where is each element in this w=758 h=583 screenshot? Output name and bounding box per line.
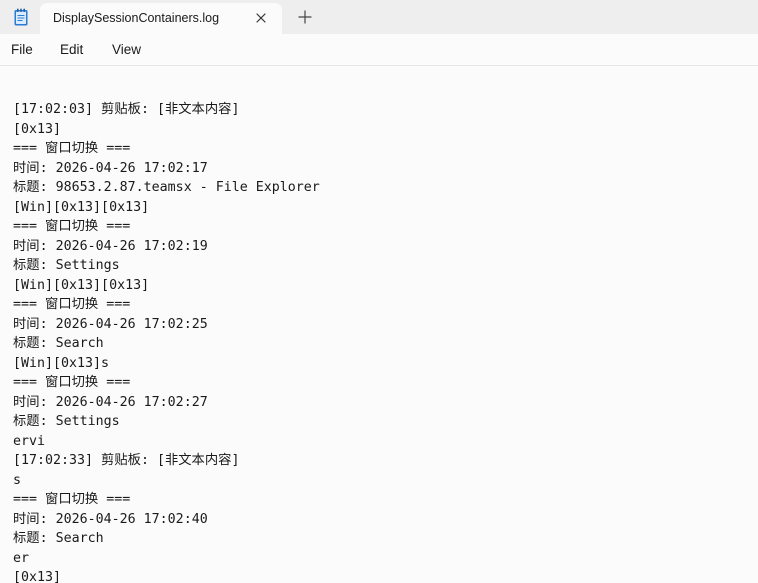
text-line: [0x13] [13,121,62,137]
text-line: 标题: Settings [13,414,120,429]
text-line: === 窗口切换 === [13,375,131,390]
text-line: [Win][0x13][0x13] [13,199,150,215]
text-line: [Win][0x13][0x13] [13,277,150,293]
tab-file[interactable]: DisplaySessionContainers.log [40,3,282,34]
text-line: er [13,550,30,566]
text-line: 标题: Search [13,336,104,351]
notepad-window: DisplaySessionContainers.log File Edit V… [0,0,758,583]
text-line: 时间: 2026-04-26 17:02:27 [13,394,208,410]
text-line: === 窗口切换 === [13,492,131,507]
text-line: 标题: Settings [13,258,120,273]
text-line: [Win][0x13]s [13,355,110,371]
text-line: 时间: 2026-04-26 17:02:19 [13,238,208,254]
text-line: 时间: 2026-04-26 17:02:40 [13,511,208,527]
menu-edit[interactable]: Edit [60,42,83,57]
text-line: === 窗口切换 === [13,297,131,312]
text-editor[interactable]: [17:02:03] 剪贴板: [非文本内容] [0x13] === 窗口切换 ==… [0,66,758,583]
text-line: [17:02:03] 剪贴板: [非文本内容] [13,102,240,117]
tab-title: DisplaySessionContainers.log [53,11,220,25]
text-line: [0x13] [13,570,62,583]
plus-icon[interactable] [297,9,313,25]
close-icon[interactable] [253,10,269,26]
text-line: ervi [13,433,46,449]
menu-bar: File Edit View [0,34,758,66]
tab-bar: DisplaySessionContainers.log [0,0,758,34]
text-line: [17:02:33] 剪贴板: [非文本内容] [13,453,240,468]
text-line: === 窗口切换 === [13,219,131,234]
text-lines: [17:02:03] 剪贴板: [非文本内容] [0x13] === 窗口切换 ==… [13,100,320,583]
text-line: 标题: Search [13,531,104,546]
text-line: 标题: 98653.2.87.teamsx - File Explorer [13,180,320,195]
notepad-icon [14,8,28,26]
menu-file[interactable]: File [11,42,33,57]
text-line: s [13,472,22,488]
text-line: 时间: 2026-04-26 17:02:25 [13,316,208,332]
text-line: 时间: 2026-04-26 17:02:17 [13,160,208,176]
menu-view[interactable]: View [112,42,141,57]
text-line: === 窗口切换 === [13,141,131,156]
